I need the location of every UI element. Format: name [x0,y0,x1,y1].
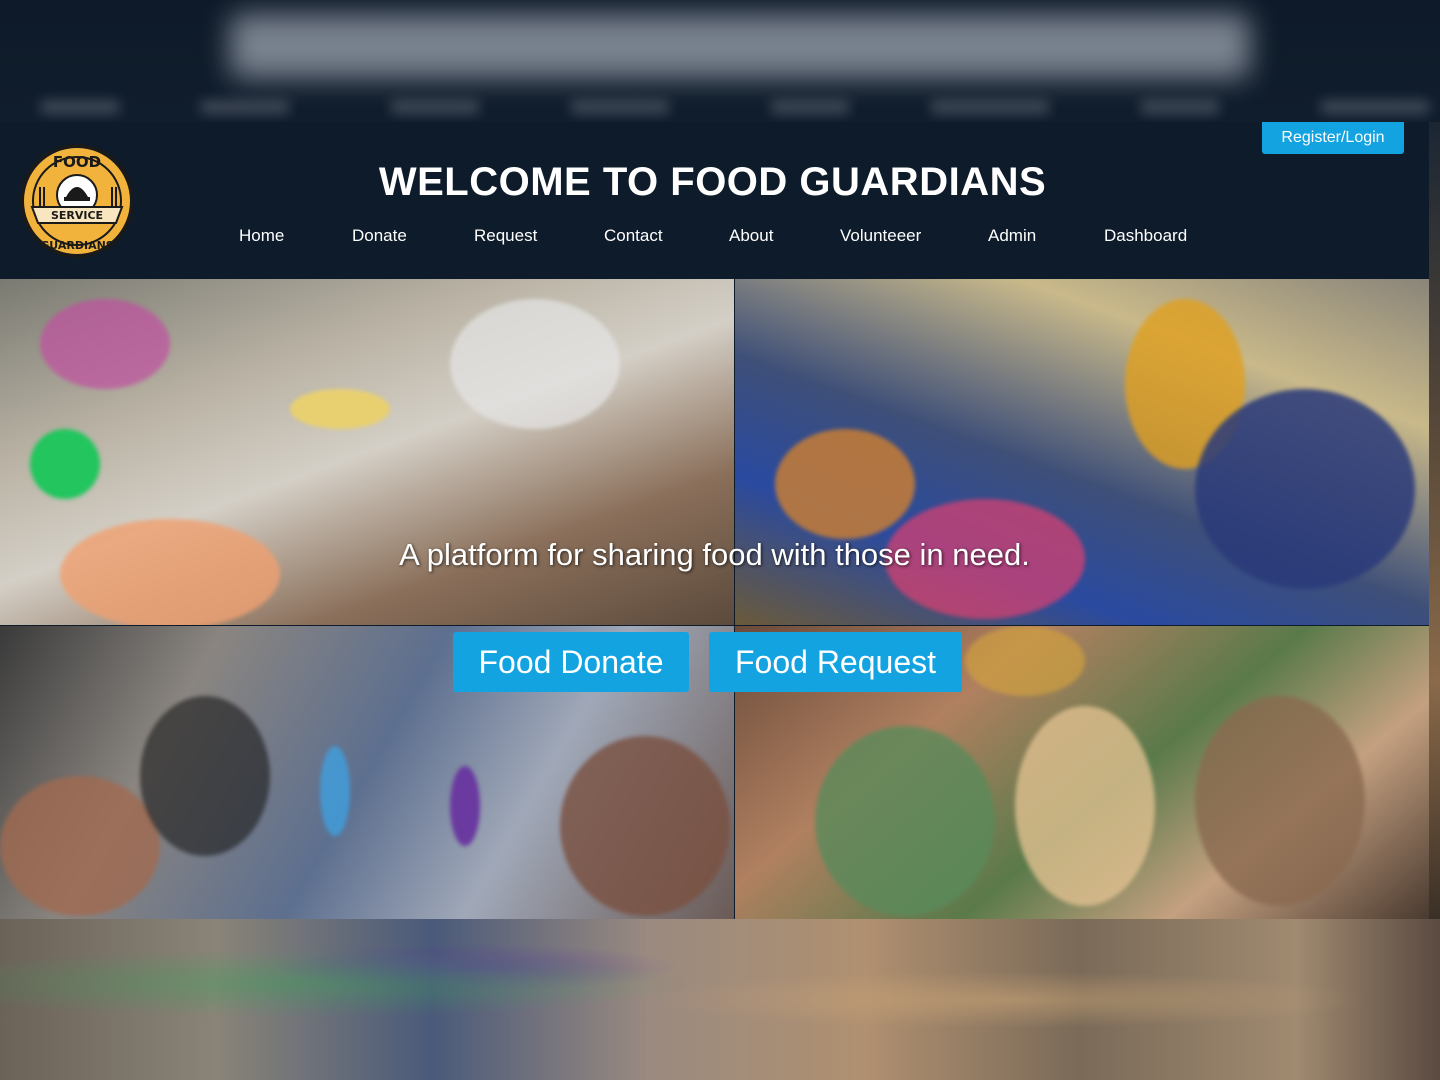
photo-detail [30,429,100,499]
nav-item-home[interactable]: Home [239,226,284,246]
blurred-nav-item [570,100,670,114]
blurred-nav-item [930,100,1050,114]
photo-detail [815,726,995,916]
page-title: WELCOME TO FOOD GUARDIANS [0,160,1429,205]
main-nav: Home Donate Request Contact About Volunt… [0,226,1429,250]
hero-photo-food-serving [0,279,734,625]
page-title-text: WELCOME TO FOOD GUARDIANS [378,160,1047,204]
photo-detail [450,299,620,429]
photo-detail [1195,696,1365,906]
site-header: SERVICE FOOD GUARDIANS WELCOME TO FOOD G… [0,122,1429,279]
blurred-background-top [0,0,1440,122]
food-donate-button[interactable]: Food Donate [453,632,689,692]
blurred-nav-item [770,100,850,114]
blurred-background-bottom [0,919,1440,1080]
nav-item-contact[interactable]: Contact [604,226,663,246]
logo-banner-text: SERVICE [51,209,103,222]
photo-detail [320,746,350,836]
food-request-button[interactable]: Food Request [709,632,962,692]
register-login-button[interactable]: Register/Login [1262,122,1404,154]
nav-item-admin[interactable]: Admin [988,226,1036,246]
nav-item-dashboard[interactable]: Dashboard [1104,226,1187,246]
blurred-background-edge [1429,122,1440,920]
blurred-nav-item [40,100,120,114]
blurred-nav-item [200,100,290,114]
photo-detail [560,736,730,916]
hero-tagline: A platform for sharing food with those i… [399,537,1030,572]
photo-detail [0,776,160,916]
photo-detail [1015,706,1155,906]
nav-item-about[interactable]: About [729,226,773,246]
blurred-nav-item [1140,100,1220,114]
photo-detail [140,696,270,856]
photo-detail [775,429,915,539]
blurred-title [230,14,1250,78]
blurred-nav-item [390,100,480,114]
photo-detail [290,389,390,429]
nav-item-request[interactable]: Request [474,226,537,246]
photo-detail [450,766,480,846]
hero-section: A platform for sharing food with those i… [0,279,1429,919]
photo-detail [965,626,1085,696]
nav-item-donate[interactable]: Donate [352,226,407,246]
photo-detail [40,299,170,389]
nav-item-volunteer[interactable]: Volunteeer [840,226,921,246]
hero-photo-women-eating [735,279,1429,625]
blurred-nav-item [1320,100,1430,114]
